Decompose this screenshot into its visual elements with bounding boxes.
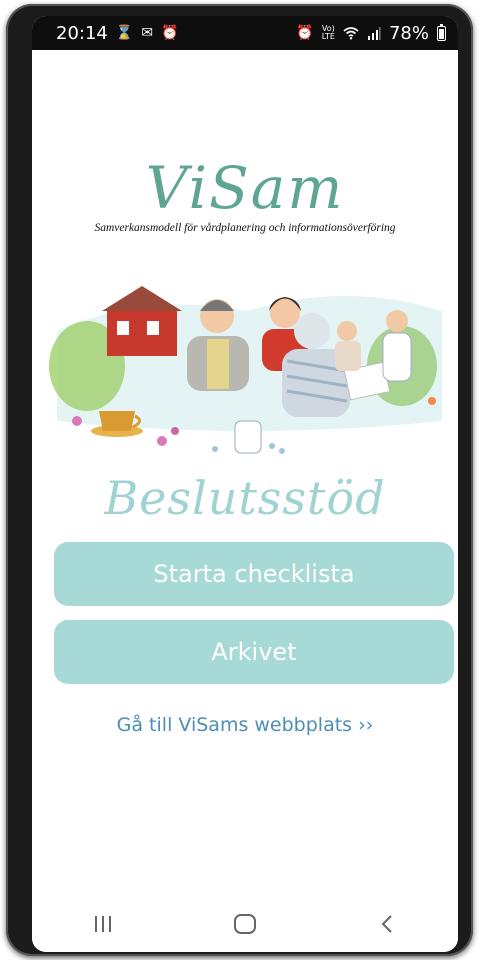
nurse-body — [382, 332, 412, 382]
wifi-icon — [343, 27, 359, 40]
flower — [72, 416, 82, 426]
battery-icon — [437, 23, 446, 41]
navigation-bar — [32, 896, 458, 952]
flower — [428, 397, 436, 405]
start-checklist-button[interactable]: Starta checklista — [54, 542, 454, 606]
patient-head — [337, 321, 357, 341]
battery-percent: 78% — [388, 22, 429, 44]
flower — [157, 436, 167, 446]
phone-frame: 20:14 ⌛ ✉ ⏰ ⏰ Vo) LTE 78% ViSam Samverka… — [6, 4, 473, 956]
back-icon[interactable] — [357, 904, 417, 944]
status-bar: 20:14 ⌛ ✉ ⏰ ⏰ Vo) LTE 78% — [32, 16, 458, 50]
status-time: 20:14 — [56, 22, 108, 44]
logo-subtitle: Samverkansmodell för vårdplanering och i… — [94, 222, 396, 234]
website-link[interactable]: Gå till ViSams webbplats ›› — [32, 714, 458, 736]
nurse-head — [386, 310, 408, 332]
status-left: 20:14 ⌛ ✉ ⏰ — [56, 23, 178, 44]
patient-body — [335, 341, 361, 371]
pill — [279, 448, 285, 454]
recent-apps-icon[interactable] — [73, 904, 133, 944]
volte-icon: Vo) LTE — [321, 24, 335, 41]
flower — [171, 427, 179, 435]
pill-jar — [234, 420, 262, 454]
house-roof — [102, 286, 182, 311]
hourglass-icon: ⌛ — [115, 25, 134, 41]
pill — [269, 443, 275, 449]
visam-logo: ViSam Samverkansmodell för vårdplanering… — [32, 156, 458, 234]
back-person-head — [294, 313, 330, 349]
care-scene-illustration — [49, 286, 442, 454]
home-icon[interactable] — [215, 904, 275, 944]
mail-icon: ✉ — [141, 25, 154, 41]
screen: 20:14 ⌛ ✉ ⏰ ⏰ Vo) LTE 78% ViSam Samverka… — [32, 16, 458, 952]
house-window — [117, 321, 129, 335]
teacup — [99, 411, 135, 431]
man-hair — [200, 300, 234, 311]
signal-icon — [367, 27, 381, 40]
archive-button[interactable]: Arkivet — [54, 620, 454, 684]
pill — [212, 446, 218, 452]
product-title: Beslutsstöd — [104, 471, 386, 525]
man-shirt-stripes — [207, 339, 229, 389]
alarm-icon: ⏰ — [161, 25, 179, 41]
status-right: ⏰ Vo) LTE 78% — [296, 23, 446, 44]
house-window — [147, 321, 159, 335]
alarm-icon: ⏰ — [296, 25, 314, 41]
logo-title: ViSam — [145, 154, 345, 222]
